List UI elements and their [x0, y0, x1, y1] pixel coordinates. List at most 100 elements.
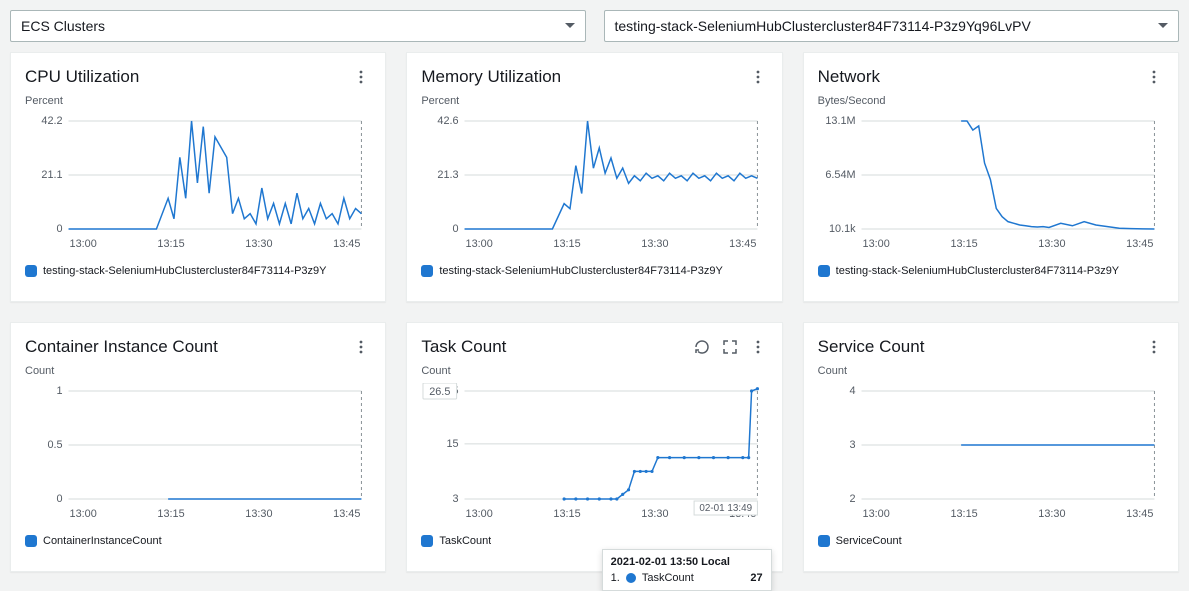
svg-text:13:30: 13:30 [245, 508, 272, 520]
svg-text:13:30: 13:30 [245, 238, 272, 250]
chart-tooltip: 2021-02-01 13:50 Local 1. TaskCount 27 [602, 549, 772, 591]
svg-text:13:45: 13:45 [333, 238, 360, 250]
legend-label: testing-stack-SeleniumHubClustercluster8… [439, 265, 723, 277]
chart[interactable]: 23413:0013:1513:3013:45 [818, 383, 1164, 523]
dropdown-scope-value: ECS Clusters [21, 18, 565, 34]
dropdown-scope[interactable]: ECS Clusters [10, 10, 586, 42]
unit-label: Percent [25, 95, 371, 107]
legend: testing-stack-SeleniumHubClustercluster8… [25, 265, 371, 277]
more-options-icon[interactable] [1144, 67, 1164, 87]
svg-text:26.5: 26.5 [430, 386, 451, 398]
unit-label: Bytes/Second [818, 95, 1164, 107]
svg-text:42.2: 42.2 [41, 115, 62, 127]
more-options-icon[interactable] [351, 67, 371, 87]
chart[interactable]: 31526.513:0013:1513:3013:4526.502-01 13:… [421, 383, 767, 523]
more-options-icon[interactable] [748, 67, 768, 87]
svg-text:13:15: 13:15 [554, 508, 581, 520]
svg-text:13:45: 13:45 [1126, 508, 1153, 520]
svg-text:3: 3 [453, 493, 459, 505]
dropdown-resource-value: testing-stack-SeleniumHubClustercluster8… [615, 18, 1159, 34]
legend-label: ContainerInstanceCount [43, 535, 162, 547]
panel-title: CPU Utilization [25, 67, 351, 87]
panel-actions [351, 337, 371, 357]
panel-actions [1144, 337, 1164, 357]
legend: testing-stack-SeleniumHubClustercluster8… [818, 265, 1164, 277]
svg-text:0.5: 0.5 [47, 439, 62, 451]
chart[interactable]: 10.1k 6.54M 13.1M 13:00 13:15 13:30 13:45 [818, 113, 1164, 253]
legend-label: ServiceCount [836, 535, 902, 547]
svg-text:13:00: 13:00 [70, 508, 97, 520]
svg-text:13:45: 13:45 [1126, 238, 1153, 250]
svg-text:13:45: 13:45 [333, 508, 360, 520]
svg-text:0: 0 [57, 223, 63, 235]
panel-actions [1144, 67, 1164, 87]
chevron-down-icon [1158, 21, 1168, 31]
legend-swatch [25, 535, 37, 547]
more-options-icon[interactable] [748, 337, 768, 357]
panel-title: Memory Utilization [421, 67, 747, 87]
svg-text:13:00: 13:00 [466, 238, 493, 250]
unit-label: Percent [421, 95, 767, 107]
svg-text:6.54M: 6.54M [825, 169, 855, 181]
svg-text:13:15: 13:15 [554, 238, 581, 250]
unit-label: Count [25, 365, 371, 377]
expand-icon[interactable] [720, 337, 740, 357]
svg-text:13:15: 13:15 [950, 508, 977, 520]
legend: ServiceCount [818, 535, 1164, 547]
svg-text:13:00: 13:00 [862, 508, 889, 520]
legend-label: testing-stack-SeleniumHubClustercluster8… [836, 265, 1120, 277]
panel-task-count: Task Count Count 31526.513:0013:1513:301… [406, 322, 782, 572]
svg-text:1: 1 [57, 385, 63, 397]
legend: ContainerInstanceCount [25, 535, 371, 547]
panel-title: Container Instance Count [25, 337, 351, 357]
legend: TaskCount [421, 535, 767, 547]
panel-network: Network Bytes/Second 10.1k 6.54M 13.1M 13:0… [803, 52, 1179, 302]
chart[interactable]: 021.142.213:0013:1513:3013:45 [25, 113, 371, 253]
legend-swatch [421, 265, 433, 277]
panel-memory-utilization: Memory Utilization Percent 021.342.613:0… [406, 52, 782, 302]
tooltip-index: 1. [611, 572, 620, 584]
refresh-icon[interactable] [692, 337, 712, 357]
svg-text:13:30: 13:30 [642, 238, 669, 250]
svg-text:13:45: 13:45 [730, 238, 757, 250]
tooltip-series-name: TaskCount [642, 572, 745, 584]
panel-title: Network [818, 67, 1144, 87]
svg-text:13.1M: 13.1M [825, 115, 855, 127]
svg-text:13:15: 13:15 [950, 238, 977, 250]
svg-text:10.1k: 10.1k [829, 223, 856, 235]
svg-text:13:15: 13:15 [157, 238, 184, 250]
chevron-down-icon [565, 21, 575, 31]
svg-text:15: 15 [447, 438, 459, 450]
panel-actions [692, 337, 768, 357]
svg-text:02-01 13:49: 02-01 13:49 [700, 503, 753, 514]
svg-text:2: 2 [849, 493, 855, 505]
legend-label: testing-stack-SeleniumHubClustercluster8… [43, 265, 327, 277]
panel-title: Service Count [818, 337, 1144, 357]
svg-text:13:30: 13:30 [1038, 238, 1065, 250]
svg-text:3: 3 [849, 439, 855, 451]
more-options-icon[interactable] [1144, 337, 1164, 357]
dropdown-resource[interactable]: testing-stack-SeleniumHubClustercluster8… [604, 10, 1180, 42]
panel-title: Task Count [421, 337, 691, 357]
svg-text:13:30: 13:30 [642, 508, 669, 520]
unit-label: Count [818, 365, 1164, 377]
chart[interactable]: 00.5113:0013:1513:3013:45 [25, 383, 371, 523]
panel-cpu-utilization: CPU Utilization Percent 021.142.213:0013… [10, 52, 386, 302]
svg-text:21.3: 21.3 [438, 169, 459, 181]
legend: testing-stack-SeleniumHubClustercluster8… [421, 265, 767, 277]
svg-text:13:00: 13:00 [862, 238, 889, 250]
legend-swatch [421, 535, 433, 547]
panel-service-count: Service Count Count 23413:0013:1513:3013… [803, 322, 1179, 572]
series-dot-icon [626, 573, 636, 583]
tooltip-title: 2021-02-01 13:50 Local [611, 556, 763, 568]
svg-text:4: 4 [849, 385, 855, 397]
panel-container-instance-count: Container Instance Count Count 0 0.5 1 13:0… [10, 322, 386, 572]
svg-text:0: 0 [453, 223, 459, 235]
tooltip-value: 27 [750, 572, 762, 584]
more-options-icon[interactable] [351, 337, 371, 357]
svg-text:13:00: 13:00 [70, 238, 97, 250]
legend-swatch [25, 265, 37, 277]
svg-text:0: 0 [57, 493, 63, 505]
chart[interactable]: 021.342.613:0013:1513:3013:45 [421, 113, 767, 253]
unit-label: Count [421, 365, 767, 377]
